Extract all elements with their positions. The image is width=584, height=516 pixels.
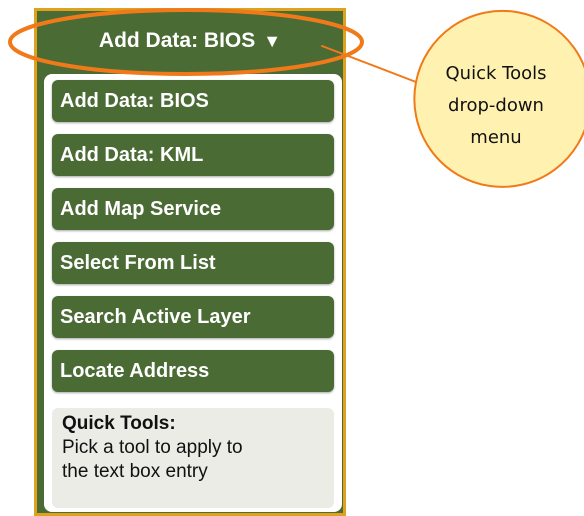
highlight-ellipse (8, 8, 364, 76)
callout-line-1: Quick Tools (445, 63, 547, 84)
callout-line-2: drop-down (448, 95, 544, 116)
callout-label: Quick Tools drop-down menu (404, 58, 584, 154)
callout-line-3: menu (470, 127, 522, 148)
